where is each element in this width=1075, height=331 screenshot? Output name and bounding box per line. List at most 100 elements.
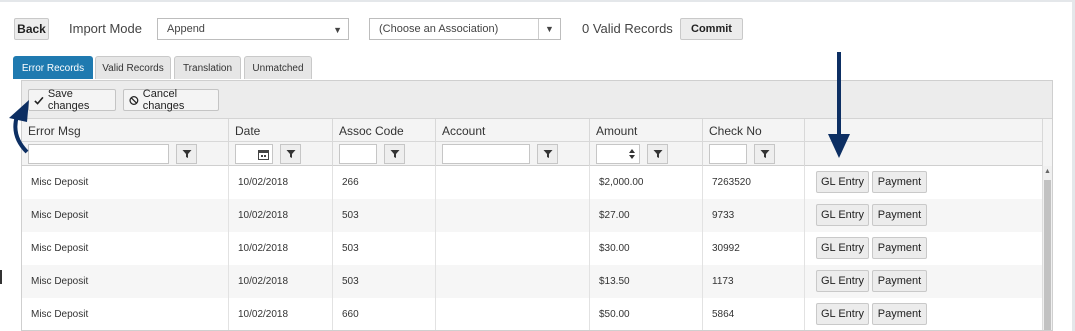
cell-check[interactable]: 7263520 [702,166,804,199]
cell-error[interactable]: Misc Deposit [22,298,228,330]
cell-check[interactable]: 5864 [702,298,804,330]
cell-account[interactable] [435,232,589,265]
payment-button[interactable]: Payment [872,204,927,226]
cell-assoc[interactable]: 503 [332,199,435,232]
column-header-row: Error Msg Date Assoc Code Account Amount… [22,119,1052,142]
column-header-amount[interactable]: Amount [589,119,702,142]
back-button[interactable]: Back [14,18,49,40]
cell-actions: GL Entry Payment [804,265,1042,298]
tab-translation[interactable]: Translation [174,56,241,79]
cell-error[interactable]: Misc Deposit [22,265,228,298]
error-records-grid: Save changes Cancel changes Error Msg Da… [21,80,1053,331]
cell-actions: GL Entry Payment [804,199,1042,232]
grid-body: Misc Deposit 10/02/2018 266 $2,000.00 726352… [22,166,1042,330]
column-header-check-no[interactable]: Check No [702,119,804,142]
filter-cell-check-no [702,142,804,166]
cell-assoc[interactable]: 266 [332,166,435,199]
cell-account[interactable] [435,199,589,232]
cell-assoc[interactable]: 660 [332,298,435,330]
cell-date[interactable]: 10/02/2018 [228,298,332,330]
payment-button[interactable]: Payment [872,303,927,325]
cancel-changes-button[interactable]: Cancel changes [123,88,219,112]
cell-assoc[interactable]: 503 [332,265,435,298]
filter-icon[interactable] [537,144,558,164]
cell-actions: GL Entry Payment [804,298,1042,330]
tab-unmatched[interactable]: Unmatched [244,56,312,79]
grid-toolbar: Save changes Cancel changes [22,81,1052,119]
ban-icon [129,95,139,105]
filter-icon[interactable] [280,144,301,164]
chevron-down-icon: ▼ [333,25,342,35]
cell-date[interactable]: 10/02/2018 [228,265,332,298]
column-header-account[interactable]: Account [435,119,589,142]
column-header-error-msg[interactable]: Error Msg [22,119,228,142]
filter-icon[interactable] [647,144,668,164]
gl-entry-button[interactable]: GL Entry [816,171,869,193]
gl-entry-button[interactable]: GL Entry [816,270,869,292]
date-filter-input[interactable] [235,144,273,164]
filter-icon[interactable] [384,144,405,164]
gl-entry-button[interactable]: GL Entry [816,204,869,226]
cell-check[interactable]: 30992 [702,232,804,265]
filter-icon[interactable] [176,144,197,164]
check-no-filter-input[interactable] [709,144,747,164]
scrollbar-thumb[interactable] [1044,180,1051,330]
payment-button[interactable]: Payment [872,270,927,292]
association-select[interactable]: (Choose an Association) ▼ [369,18,561,40]
page-edge-mark [0,270,2,284]
account-filter-input[interactable] [442,144,530,164]
spinner-icon[interactable] [628,148,636,160]
cell-account[interactable] [435,298,589,330]
filter-cell-actions [804,142,1042,166]
gl-entry-button[interactable]: GL Entry [816,237,869,259]
column-header-date[interactable]: Date [228,119,332,142]
scroll-up-icon[interactable]: ▲ [1044,168,1051,175]
payment-button[interactable]: Payment [872,171,927,193]
cell-date[interactable]: 10/02/2018 [228,166,332,199]
cell-amount[interactable]: $2,000.00 [589,166,702,199]
cell-account[interactable] [435,265,589,298]
cell-actions: GL Entry Payment [804,166,1042,199]
tab-valid-records[interactable]: Valid Records [95,56,171,79]
cell-amount[interactable]: $50.00 [589,298,702,330]
cell-amount[interactable]: $30.00 [589,232,702,265]
cell-date[interactable]: 10/02/2018 [228,199,332,232]
table-row[interactable]: Misc Deposit 10/02/2018 266 $2,000.00 726352… [22,166,1042,199]
header-scroll-cap [1042,119,1052,166]
cell-check[interactable]: 9733 [702,199,804,232]
import-mode-select[interactable]: Append ▼ [157,18,349,40]
cell-error[interactable]: Misc Deposit [22,232,228,265]
save-changes-label: Save changes [47,88,90,112]
table-row[interactable]: Misc Deposit 10/02/2018 660 $50.00 5864 GL En… [22,298,1042,330]
cell-assoc[interactable]: 503 [332,232,435,265]
payment-button[interactable]: Payment [872,237,927,259]
column-header-actions [804,119,1042,142]
cell-check[interactable]: 1173 [702,265,804,298]
cell-amount[interactable]: $13.50 [589,265,702,298]
cell-account[interactable] [435,166,589,199]
check-icon [34,96,44,105]
save-changes-button[interactable]: Save changes [28,88,116,112]
cell-date[interactable]: 10/02/2018 [228,232,332,265]
filter-icon[interactable] [754,144,775,164]
table-row[interactable]: Misc Deposit 10/02/2018 503 $13.50 1173 GL En… [22,265,1042,298]
calendar-icon[interactable] [258,149,269,160]
table-row[interactable]: Misc Deposit 10/02/2018 503 $30.00 30992 GL E… [22,232,1042,265]
filter-cell-error-msg [22,142,228,166]
chevron-down-icon: ▼ [538,19,560,39]
cell-error[interactable]: Misc Deposit [22,199,228,232]
cell-amount[interactable]: $27.00 [589,199,702,232]
error-msg-filter-input[interactable] [28,144,169,164]
vertical-scrollbar[interactable]: ▲ [1042,166,1052,330]
filter-row [22,142,1052,166]
cell-error[interactable]: Misc Deposit [22,166,228,199]
amount-filter-input[interactable] [596,144,640,164]
assoc-code-filter-input[interactable] [339,144,377,164]
commit-button[interactable]: Commit [680,18,743,40]
gl-entry-button[interactable]: GL Entry [816,303,869,325]
column-header-assoc-code[interactable]: Assoc Code [332,119,435,142]
tab-error-records[interactable]: Error Records [13,56,93,79]
filter-cell-date [228,142,332,166]
table-row[interactable]: Misc Deposit 10/02/2018 503 $27.00 9733 GL En… [22,199,1042,232]
import-mode-label: Import Mode [69,21,142,36]
